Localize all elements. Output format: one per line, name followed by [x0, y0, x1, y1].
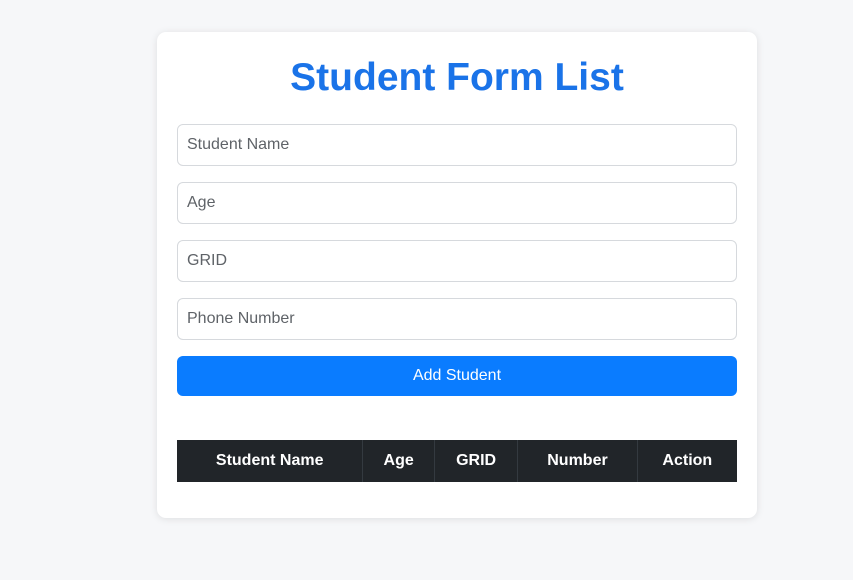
column-header-number: Number — [517, 440, 638, 482]
student-name-input[interactable] — [177, 124, 737, 166]
column-header-student-name: Student Name — [177, 440, 364, 482]
students-table: Student Name Age GRID Number Action — [177, 440, 737, 482]
phone-number-input[interactable] — [177, 298, 737, 340]
student-form-card: Student Form List Add Student Student Na… — [157, 32, 757, 518]
column-header-grid: GRID — [434, 440, 519, 482]
column-header-action: Action — [637, 440, 737, 482]
add-student-button[interactable]: Add Student — [177, 356, 737, 396]
page-title: Student Form List — [290, 56, 624, 99]
age-input[interactable] — [177, 182, 737, 224]
grid-input[interactable] — [177, 240, 737, 282]
table-header-row: Student Name Age GRID Number Action — [177, 440, 737, 482]
column-header-age: Age — [362, 440, 435, 482]
